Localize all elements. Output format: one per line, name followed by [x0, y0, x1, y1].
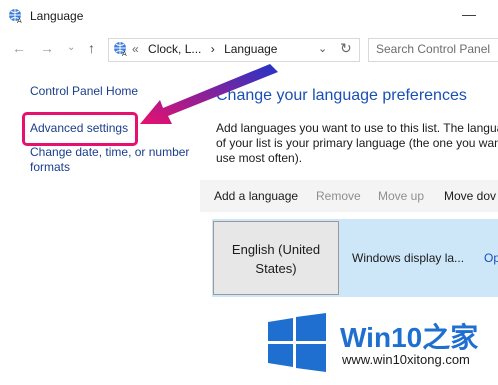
refresh-icon[interactable]: ↻ [340, 40, 352, 57]
windows-logo-icon [268, 313, 326, 372]
language-icon: A [9, 9, 22, 24]
link-advanced-settings[interactable]: Advanced settings [30, 121, 128, 135]
page-description: Add languages you want to use to this li… [216, 121, 498, 166]
recent-icon[interactable]: ⌄ [67, 42, 75, 53]
up-icon[interactable]: ↑ [88, 40, 95, 56]
desc-line: Add languages you want to use to this li… [216, 121, 498, 135]
language-options-link[interactable]: Op [484, 251, 498, 265]
move-down-button[interactable]: Move dov [444, 189, 496, 203]
search-placeholder: Search Control Panel [376, 42, 491, 56]
remove-button[interactable]: Remove [316, 189, 361, 203]
window-title: Language [30, 9, 84, 23]
watermark-brand: Win10之家 [340, 322, 479, 353]
minimize-icon[interactable]: — [462, 6, 476, 22]
forward-icon[interactable]: → [40, 40, 54, 56]
language-status: Windows display la... [352, 251, 465, 265]
breadcrumb-language[interactable]: Language [224, 42, 277, 56]
language-icon: A [114, 42, 127, 57]
breadcrumb: « Clock, L... › Language [132, 42, 283, 56]
link-change-formats[interactable]: Change date, time, or number formats [30, 145, 200, 175]
breadcrumb-clock[interactable]: Clock, L... [148, 42, 201, 56]
move-up-button[interactable]: Move up [378, 189, 424, 203]
watermark-url: www.win10xitong.com [342, 352, 470, 367]
language-name: English (United States) [231, 242, 321, 276]
svg-text:A: A [17, 18, 22, 24]
svg-text:A: A [122, 51, 127, 57]
add-language-button[interactable]: Add a language [214, 189, 298, 203]
desc-line: of your list is your primary language (t… [216, 136, 498, 150]
back-icon[interactable]: ← [12, 40, 26, 56]
dropdown-icon[interactable]: ⌄ [318, 42, 327, 55]
page-title: Change your language preferences [216, 87, 467, 104]
breadcrumb-overflow[interactable]: « [132, 42, 139, 56]
link-control-panel-home[interactable]: Control Panel Home [30, 84, 138, 98]
breadcrumb-separator[interactable]: › [211, 42, 215, 56]
desc-line: use most often). [216, 151, 303, 165]
